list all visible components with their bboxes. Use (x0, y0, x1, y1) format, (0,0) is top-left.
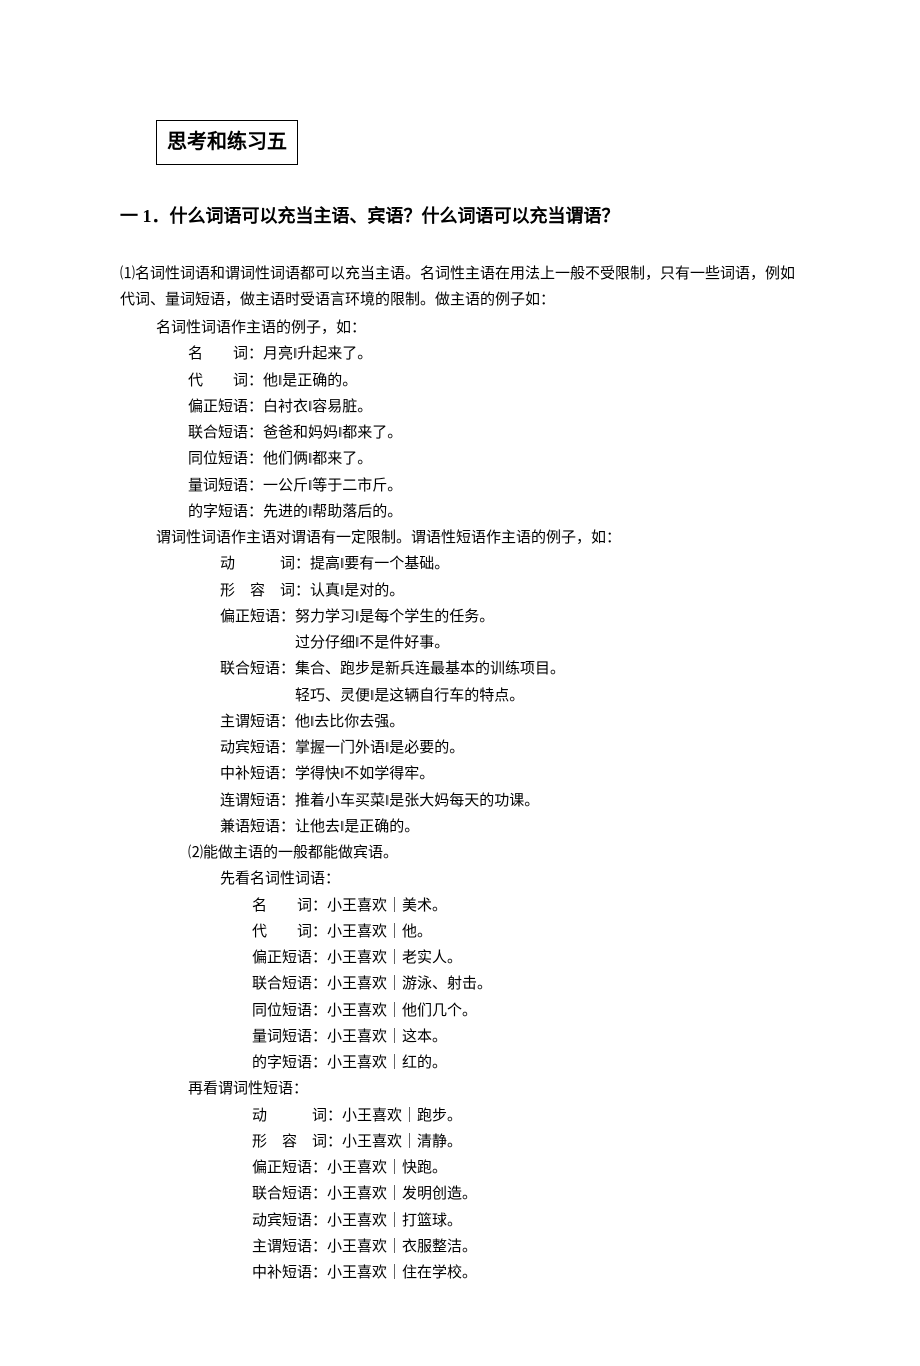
list-item: 偏正短语：白衬衣‖容易脏。 (120, 394, 800, 420)
list-item: 偏正短语：小王喜欢｜老实人。 (120, 945, 800, 971)
list-item: 动宾短语：小王喜欢｜打篮球。 (120, 1208, 800, 1234)
list-item: 量词短语：一公斤‖等于二市斤。 (120, 473, 800, 499)
question-heading: 一 1．什么词语可以充当主语、宾语？什么词语可以充当谓语？ (120, 201, 800, 233)
subheading-verb-subject: 谓词性词语作主语对谓语有一定限制。谓语性短语作主语的例子，如： (120, 525, 800, 551)
list-item: 中补短语：小王喜欢｜住在学校。 (120, 1260, 800, 1286)
list-item: 连谓短语：推着小车买菜‖是张大妈每天的功课。 (120, 788, 800, 814)
list-item: 动宾短语：掌握一门外语‖是必要的。 (120, 735, 800, 761)
subheading-verb-object: 再看谓词性短语： (120, 1076, 800, 1102)
list-item: 轻巧、灵便‖是这辆自行车的特点。 (120, 683, 800, 709)
list-item: 动 词：提高‖要有一个基础。 (120, 551, 800, 577)
list-item: 主谓短语：他‖去比你去强。 (120, 709, 800, 735)
list-item: 偏正短语：努力学习‖是每个学生的任务。 (120, 604, 800, 630)
intro-paragraph-2: ⑵能做主语的一般都能做宾语。 (120, 840, 800, 866)
list-item: 同位短语：小王喜欢｜他们几个。 (120, 998, 800, 1024)
list-item: 联合短语：小王喜欢｜游泳、射击。 (120, 971, 800, 997)
section-title: 思考和练习五 (156, 120, 298, 165)
list-item: 联合短语：集合、跑步是新兵连最基本的训练项目。 (120, 656, 800, 682)
list-item: 兼语短语：让他去‖是正确的。 (120, 814, 800, 840)
list-item: 的字短语：先进的‖帮助落后的。 (120, 499, 800, 525)
list-item: 名 词：月亮‖升起来了。 (120, 341, 800, 367)
list-item: 联合短语：小王喜欢｜发明创造。 (120, 1181, 800, 1207)
list-item: 同位短语：他们俩‖都来了。 (120, 446, 800, 472)
list-item: 过分仔细‖不是件好事。 (120, 630, 800, 656)
list-item: 形 容 词：小王喜欢｜清静。 (120, 1129, 800, 1155)
subheading-noun-subject: 名词性词语作主语的例子，如： (120, 315, 800, 341)
list-item: 形 容 词：认真‖是对的。 (120, 578, 800, 604)
subheading-noun-object: 先看名词性词语： (120, 866, 800, 892)
list-item: 代 词：他‖是正确的。 (120, 368, 800, 394)
list-item: 中补短语：学得快‖不如学得牢。 (120, 761, 800, 787)
list-item: 动 词：小王喜欢｜跑步。 (120, 1103, 800, 1129)
list-item: 主谓短语：小王喜欢｜衣服整洁。 (120, 1234, 800, 1260)
list-item: 的字短语：小王喜欢｜红的。 (120, 1050, 800, 1076)
list-item: 联合短语：爸爸和妈妈‖都来了。 (120, 420, 800, 446)
list-item: 名 词：小王喜欢｜美术。 (120, 893, 800, 919)
list-item: 量词短语：小王喜欢｜这本。 (120, 1024, 800, 1050)
list-item: 偏正短语：小王喜欢｜快跑。 (120, 1155, 800, 1181)
intro-paragraph-1: ⑴名词性词语和谓词性词语都可以充当主语。名词性主语在用法上一般不受限制，只有一些… (120, 261, 800, 314)
list-item: 代 词：小王喜欢｜他。 (120, 919, 800, 945)
